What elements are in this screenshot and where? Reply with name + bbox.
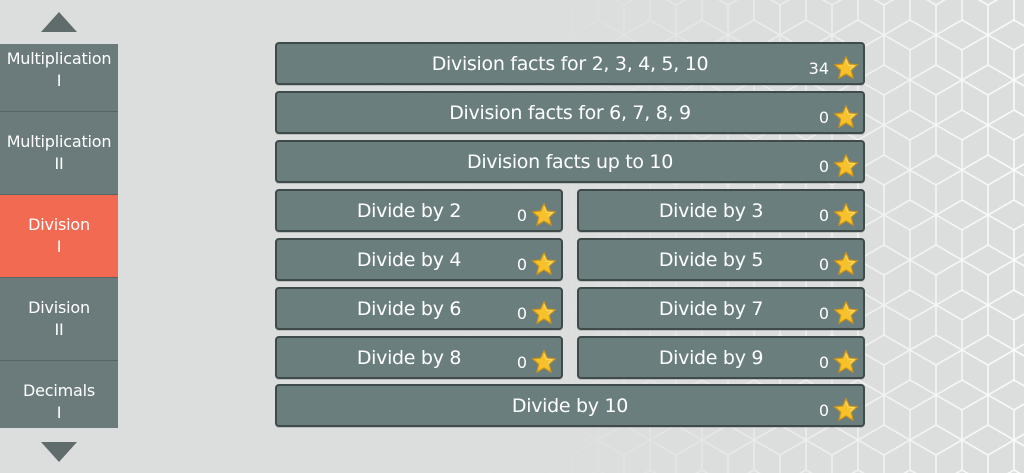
star-count: 0 bbox=[818, 353, 829, 372]
star-count: 34 bbox=[808, 59, 829, 78]
level-button-divide-by-10[interactable]: Divide by 10 0 bbox=[275, 384, 865, 427]
star-count: 0 bbox=[818, 206, 829, 225]
sidebar-item-sublabel: I bbox=[56, 71, 62, 90]
level-button-division-facts-up-to-10[interactable]: Division facts up to 10 0 bbox=[275, 140, 865, 183]
sidebar-item-label: Multiplication bbox=[6, 132, 112, 151]
star-count: 0 bbox=[818, 108, 829, 127]
sidebar-item-label: Multiplication bbox=[6, 49, 112, 68]
level-button-division-facts-for-2-3-4-5-10[interactable]: Division facts for 2, 3, 4, 5, 10 34 bbox=[275, 42, 865, 85]
level-label: Divide by 9 bbox=[658, 346, 764, 369]
level-label: Divide by 8 bbox=[356, 346, 462, 369]
level-label: Division facts for 6, 7, 8, 9 bbox=[449, 101, 691, 124]
star-count: 0 bbox=[516, 255, 527, 274]
star-icon bbox=[833, 397, 859, 423]
star-count: 0 bbox=[818, 401, 829, 420]
level-label: Division facts up to 10 bbox=[466, 150, 673, 173]
level-button-divide-by-3[interactable]: Divide by 3 0 bbox=[577, 189, 865, 232]
sidebar-item-label: Division bbox=[28, 298, 90, 317]
level-button-divide-by-9[interactable]: Divide by 9 0 bbox=[577, 336, 865, 379]
star-count: 0 bbox=[818, 304, 829, 323]
star-count: 0 bbox=[516, 353, 527, 372]
level-label: Divide by 2 bbox=[356, 199, 462, 222]
sidebar-item-sublabel: II bbox=[54, 154, 64, 173]
star-score: 0 bbox=[819, 104, 859, 130]
level-button-divide-by-2[interactable]: Divide by 2 0 bbox=[275, 189, 563, 232]
star-score: 0 bbox=[517, 349, 557, 375]
triangle-down-icon[interactable] bbox=[41, 442, 77, 462]
sidebar-item-division-ii[interactable]: Division II bbox=[0, 278, 118, 361]
level-button-divide-by-7[interactable]: Divide by 7 0 bbox=[577, 287, 865, 330]
sidebar-item-multiplication-ii[interactable]: Multiplication II bbox=[0, 112, 118, 195]
level-label: Divide by 3 bbox=[658, 199, 764, 222]
star-score: 0 bbox=[819, 397, 859, 423]
level-button-divide-by-8[interactable]: Divide by 8 0 bbox=[275, 336, 563, 379]
star-icon bbox=[531, 349, 557, 375]
star-score: 0 bbox=[819, 153, 859, 179]
star-score: 0 bbox=[517, 300, 557, 326]
star-icon bbox=[833, 202, 859, 228]
level-label: Divide by 7 bbox=[658, 297, 764, 320]
star-icon bbox=[833, 251, 859, 277]
star-icon bbox=[833, 300, 859, 326]
category-sidebar: Multiplication I Multiplication II Division I… bbox=[0, 0, 118, 473]
level-button-divide-by-6[interactable]: Divide by 6 0 bbox=[275, 287, 563, 330]
sidebar-item-decimals-i[interactable]: Decimals I bbox=[0, 361, 118, 428]
sidebar-item-sublabel: II bbox=[54, 320, 64, 339]
star-count: 0 bbox=[818, 157, 829, 176]
level-label: Divide by 10 bbox=[511, 394, 629, 417]
star-count: 0 bbox=[516, 206, 527, 225]
level-label: Divide by 4 bbox=[356, 248, 462, 271]
star-icon bbox=[833, 104, 859, 130]
star-score: 0 bbox=[819, 202, 859, 228]
star-icon bbox=[531, 251, 557, 277]
triangle-up-icon[interactable] bbox=[41, 12, 77, 32]
sidebar-item-division-i[interactable]: Division I bbox=[0, 195, 118, 278]
level-label: Divide by 5 bbox=[658, 248, 764, 271]
star-icon bbox=[833, 153, 859, 179]
star-icon bbox=[833, 349, 859, 375]
sidebar-item-label: Decimals bbox=[23, 381, 95, 400]
level-label: Divide by 6 bbox=[356, 297, 462, 320]
star-score: 0 bbox=[819, 300, 859, 326]
star-icon bbox=[531, 300, 557, 326]
star-score: 0 bbox=[517, 202, 557, 228]
star-score: 34 bbox=[809, 55, 859, 81]
star-count: 0 bbox=[818, 255, 829, 274]
sidebar-item-sublabel: I bbox=[56, 403, 62, 422]
sidebar-item-sublabel: I bbox=[56, 237, 62, 256]
star-score: 0 bbox=[517, 251, 557, 277]
sidebar-item-multiplication-i[interactable]: Multiplication I bbox=[0, 44, 118, 112]
star-count: 0 bbox=[516, 304, 527, 323]
star-icon bbox=[531, 202, 557, 228]
sidebar-item-label: Division bbox=[28, 215, 90, 234]
star-score: 0 bbox=[819, 251, 859, 277]
category-menu[interactable]: Multiplication I Multiplication II Division I… bbox=[0, 44, 118, 428]
star-score: 0 bbox=[819, 349, 859, 375]
level-button-divide-by-4[interactable]: Divide by 4 0 bbox=[275, 238, 563, 281]
level-button-division-facts-for-6-7-8-9[interactable]: Division facts for 6, 7, 8, 9 0 bbox=[275, 91, 865, 134]
level-button-divide-by-5[interactable]: Divide by 5 0 bbox=[577, 238, 865, 281]
star-icon bbox=[833, 55, 859, 81]
level-label: Division facts for 2, 3, 4, 5, 10 bbox=[431, 52, 709, 75]
